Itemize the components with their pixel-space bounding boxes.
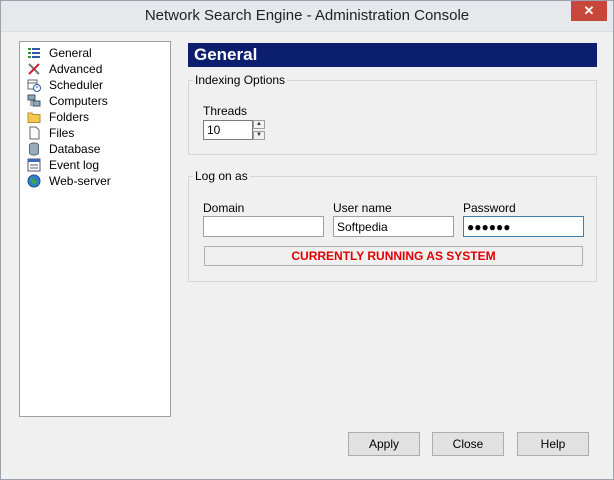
indexing-options-group <box>188 80 597 155</box>
tree-item-label: General <box>49 46 92 60</box>
tree-item-label: Folders <box>49 110 90 124</box>
spin-up-button[interactable]: ▲ <box>253 120 265 129</box>
tree-item-label: Web-server <box>49 174 111 188</box>
threads-spinner[interactable] <box>203 120 254 140</box>
threads-label: Threads <box>203 104 248 118</box>
domain-input[interactable] <box>204 217 323 236</box>
indexing-options-label: Indexing Options <box>193 73 288 87</box>
tree-item-label: Event log <box>49 158 100 172</box>
folder-icon <box>27 112 41 123</box>
tree-item-advanced[interactable]: Advanced <box>25 61 170 77</box>
window-title: Network Search Engine - Administration C… <box>144 7 470 24</box>
tree-item-web-server[interactable]: Web-server <box>25 173 170 189</box>
title-bar[interactable]: Network Search Engine - Administration C… <box>1 1 613 32</box>
event-log-icon <box>27 158 41 172</box>
username-input[interactable] <box>334 217 453 236</box>
username-label: User name <box>333 201 392 215</box>
password-label: Password <box>463 201 516 215</box>
main-window: Network Search Engine - Administration C… <box>0 0 614 480</box>
logon-group-label: Log on as <box>193 169 250 183</box>
tree-item-database[interactable]: Database <box>25 141 170 157</box>
tree-item-general[interactable]: General <box>25 45 170 61</box>
domain-field[interactable] <box>203 216 324 237</box>
status-banner: CURRENTLY RUNNING AS SYSTEM <box>204 246 583 266</box>
file-icon <box>29 126 40 140</box>
password-field[interactable] <box>463 216 584 237</box>
threads-input[interactable] <box>204 121 254 139</box>
tree-item-label: Database <box>49 142 101 156</box>
password-input[interactable] <box>464 217 583 236</box>
spin-down-button[interactable]: ▼ <box>253 131 265 140</box>
tools-icon <box>28 63 40 75</box>
threads-spin-buttons: ▲ ▼ <box>253 120 265 140</box>
domain-label: Domain <box>203 201 245 215</box>
tree-item-label: Files <box>49 126 75 140</box>
database-icon <box>29 142 39 156</box>
tree-item-event-log[interactable]: Event log <box>25 157 170 173</box>
tree-item-label: Computers <box>49 94 108 108</box>
tree-item-label: Advanced <box>49 62 103 76</box>
scheduler-icon <box>27 79 41 92</box>
help-button[interactable]: Help <box>517 432 589 456</box>
list-icon <box>28 48 40 58</box>
close-button[interactable]: Close <box>432 432 504 456</box>
window-close-button[interactable]: ✕ <box>571 1 607 21</box>
tree-item-folders[interactable]: Folders <box>25 109 170 125</box>
section-title: General <box>194 45 258 64</box>
tree-item-files[interactable]: Files <box>25 125 170 141</box>
tree-item-label: Scheduler <box>49 78 104 92</box>
settings-tree[interactable]: General Advanced Scheduler Computers Fol… <box>19 41 171 417</box>
section-header: General <box>188 43 597 67</box>
tree-item-scheduler[interactable]: Scheduler <box>25 77 170 93</box>
tree-item-computers[interactable]: Computers <box>25 93 170 109</box>
globe-icon <box>27 174 41 188</box>
username-field[interactable] <box>333 216 454 237</box>
apply-button[interactable]: Apply <box>348 432 420 456</box>
computers-icon <box>27 94 41 107</box>
